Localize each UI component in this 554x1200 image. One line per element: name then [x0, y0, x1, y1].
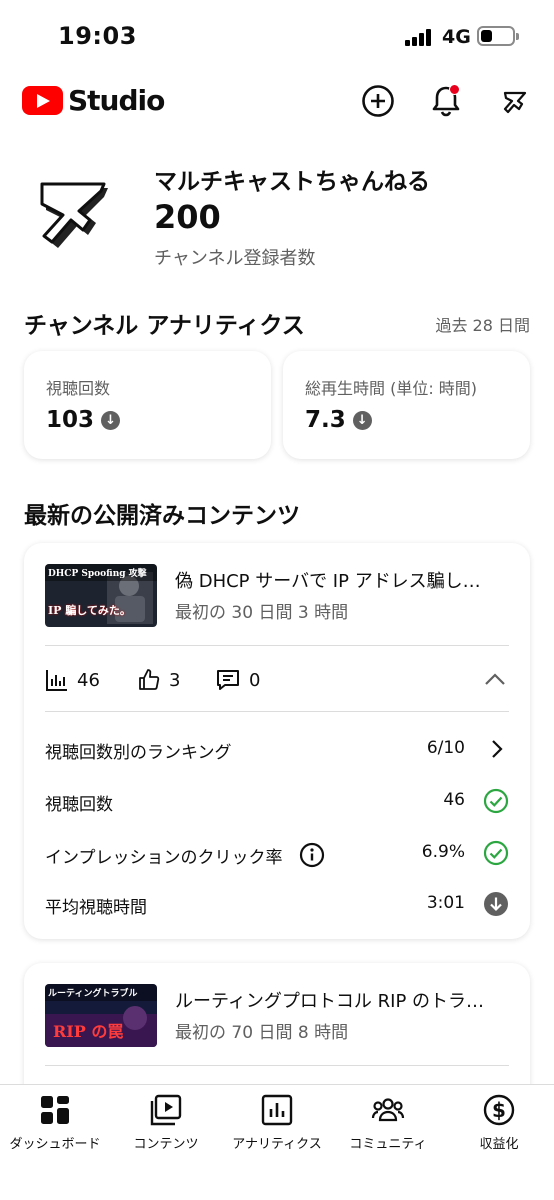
- ctr-row: インプレッションのクリック率 6.9%: [45, 838, 509, 868]
- thumbnail-caption-top: ルーティングトラブル: [48, 989, 138, 999]
- row-label: 視聴回数別のランキング: [45, 743, 232, 763]
- analytics-icon: [261, 1094, 293, 1126]
- video-title[interactable]: 偽 DHCP サーバで IP アドレス騙し…: [175, 567, 515, 593]
- community-icon: [371, 1098, 405, 1122]
- down-circle-icon: [484, 892, 508, 916]
- video-thumbnail[interactable]: ルーティングトラブル RIP の罠: [45, 984, 157, 1047]
- likes-metric: 3: [137, 668, 180, 692]
- subscriber-label: チャンネル登録者数: [154, 248, 316, 269]
- stat-number: 7.3: [305, 407, 346, 433]
- check-circle-icon: [483, 840, 509, 866]
- stat-value: 7.3: [305, 407, 372, 433]
- app-header: Studio: [0, 70, 554, 134]
- divider: [45, 645, 509, 646]
- down-arrow-icon: [101, 410, 121, 430]
- nav-monetization[interactable]: $ 収益化: [444, 1093, 554, 1152]
- nav-analytics[interactable]: アナリティクス: [222, 1093, 332, 1152]
- bar-chart-icon: [46, 670, 67, 691]
- chevron-right-icon: [492, 740, 503, 758]
- row-value: 46: [443, 790, 465, 810]
- row-label-text: インプレッションのクリック率: [45, 847, 283, 868]
- avg-watch-time-row: 平均視聴時間 3:01: [45, 889, 509, 919]
- row-value: 3:01: [426, 893, 465, 913]
- studio-dashboard: 19:03 4G Studio マルチキャストちゃんねる 200 チャンネル登録…: [0, 0, 554, 1200]
- battery-icon: [477, 26, 519, 46]
- thumbnail-caption-bottom: RIP の罠: [53, 1022, 124, 1041]
- add-circle-icon: [362, 85, 394, 117]
- latest-video-card[interactable]: DHCP Spoofing 攻撃 IP 騙してみた。 偽 DHCP サーバで I…: [24, 543, 530, 939]
- stat-label: 総再生時間 (単位: 時間): [305, 379, 478, 398]
- stat-number: 103: [46, 407, 95, 433]
- create-button[interactable]: [359, 82, 397, 120]
- nav-dashboard[interactable]: ダッシュボード: [0, 1093, 110, 1152]
- views-metric: 46: [45, 668, 100, 692]
- down-arrow-icon: [352, 410, 372, 430]
- comment-icon: [217, 670, 239, 690]
- row-label: インプレッションのクリック率: [45, 842, 325, 868]
- video-title[interactable]: ルーティングプロトコル RIP のトラ…: [175, 987, 515, 1013]
- video-thumbnail[interactable]: DHCP Spoofing 攻撃 IP 騙してみた。: [45, 564, 157, 627]
- monetization-icon: $: [483, 1094, 515, 1126]
- channel-avatar-small-icon: [503, 91, 527, 114]
- row-value: 6.9%: [421, 842, 465, 862]
- thumbnail-caption-top: DHCP Spoofing 攻撃: [48, 569, 147, 579]
- notification-badge: [449, 84, 460, 95]
- channel-avatar[interactable]: [38, 174, 120, 256]
- nav-content[interactable]: コンテンツ: [111, 1093, 221, 1152]
- video-period: 最初の 30 日間 3 時間: [175, 603, 349, 623]
- account-button[interactable]: [497, 82, 535, 120]
- stat-value: 103: [46, 407, 121, 433]
- analytics-title: チャンネル アナリティクス: [24, 313, 305, 339]
- thumbnail-caption-bottom: IP 騙してみた。: [48, 604, 131, 617]
- status-bar: 19:03 4G: [0, 0, 554, 70]
- views-count: 46: [77, 669, 100, 691]
- channel-name: マルチキャストちゃんねる: [154, 169, 430, 195]
- watch-time-stat-card[interactable]: 総再生時間 (単位: 時間) 7.3: [283, 351, 530, 459]
- channel-summary: マルチキャストちゃんねる 200 チャンネル登録者数: [0, 134, 554, 294]
- row-value: 6/10: [426, 738, 465, 758]
- nav-label: コミュニティ: [349, 1137, 427, 1152]
- chevron-up-icon[interactable]: [482, 667, 508, 693]
- nav-label: コンテンツ: [133, 1137, 199, 1152]
- views-stat-card[interactable]: 視聴回数 103: [24, 351, 271, 459]
- content-icon: [150, 1094, 182, 1126]
- logo-text: Studio: [68, 84, 165, 117]
- dashboard-icon: [41, 1096, 69, 1124]
- comments-metric: 0: [215, 668, 260, 692]
- nav-label: ダッシュボード: [9, 1137, 101, 1152]
- likes-count: 3: [169, 669, 181, 691]
- divider: [45, 711, 509, 712]
- period-label: 過去 28 日間: [435, 316, 530, 335]
- comments-count: 0: [249, 669, 261, 691]
- youtube-studio-logo[interactable]: Studio: [22, 84, 165, 117]
- nav-label: アナリティクス: [232, 1137, 322, 1152]
- nav-community[interactable]: コミュニティ: [333, 1093, 443, 1152]
- latest-content-title: 最新の公開済みコンテンツ: [24, 503, 300, 529]
- views-row: 視聴回数 46: [45, 786, 509, 816]
- divider: [45, 1065, 509, 1066]
- video-period: 最初の 70 日間 8 時間: [175, 1023, 349, 1043]
- ranking-row[interactable]: 視聴回数別のランキング 6/10: [45, 734, 509, 764]
- signal-icon: [405, 28, 435, 46]
- thumbs-up-icon: [139, 669, 160, 690]
- bottom-navigation: ダッシュボード コンテンツ アナリティクス コミュニティ $ 収益化: [0, 1084, 554, 1200]
- subscriber-count: 200: [154, 198, 221, 236]
- stat-label: 視聴回数: [46, 379, 111, 398]
- svg-text:$: $: [492, 1098, 506, 1122]
- row-label: 平均視聴時間: [45, 898, 147, 918]
- youtube-play-icon: [22, 86, 63, 115]
- network-label: 4G: [442, 26, 471, 48]
- check-circle-icon: [483, 788, 509, 814]
- nav-label: 収益化: [479, 1137, 519, 1152]
- row-label: 視聴回数: [45, 795, 113, 815]
- status-time: 19:03: [58, 22, 137, 50]
- notifications-button[interactable]: [427, 82, 465, 120]
- info-icon[interactable]: [299, 842, 325, 868]
